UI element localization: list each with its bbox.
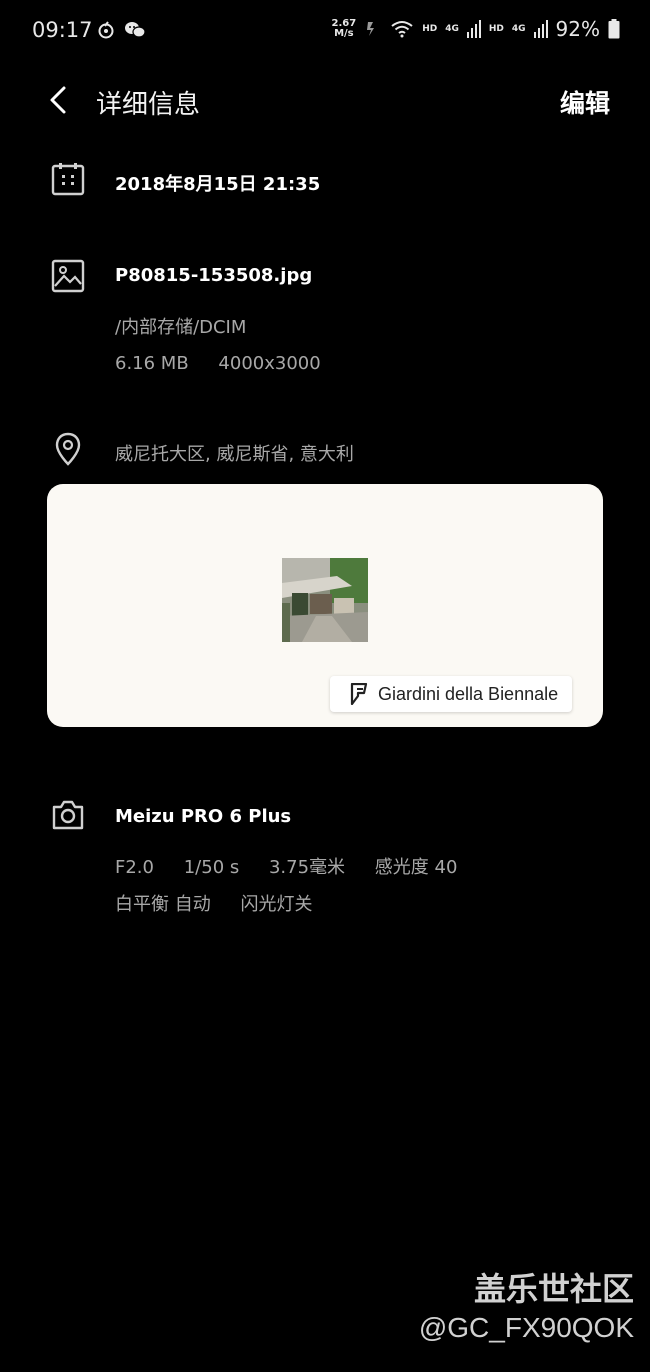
file-name: P80815-153508.jpg <box>115 265 313 286</box>
details-screen: 09:17 2.67 M/s HD 4G HD 4G 92% 详细信息 编辑 2… <box>0 0 650 1372</box>
location-pin-icon <box>55 432 81 466</box>
page-title: 详细信息 <box>96 90 201 120</box>
flash: 闪光灯关 <box>240 894 313 915</box>
back-arrow-icon <box>50 86 66 114</box>
network-type-1: 4G <box>445 24 459 34</box>
network-type-2: 4G <box>511 24 526 34</box>
battery-icon <box>608 19 620 39</box>
place-chip[interactable]: Giardini della Biennale <box>330 676 573 712</box>
hd-indicator-1: HD <box>422 24 438 34</box>
iso: 感光度 40 <box>374 857 458 878</box>
back-button[interactable] <box>42 82 78 118</box>
file-meta: 6.16 MB 4000x3000 <box>115 353 345 374</box>
hd-indicator-2: HD <box>488 24 504 34</box>
signal-icon-1 <box>466 20 481 38</box>
white-balance: 白平衡 自动 <box>115 894 211 915</box>
file-path: /内部存储/DCIM <box>115 317 247 338</box>
shutter-speed: 1/50 s <box>183 857 240 878</box>
camera-settings: 白平衡 自动 闪光灯关 <box>115 890 336 916</box>
signal-icon-2 <box>533 20 548 38</box>
watermark-user: @GC_FX90QOK <box>418 1312 634 1343</box>
camera-icon <box>52 800 84 830</box>
focal-length: 3.75毫米 <box>268 857 346 878</box>
status-time: 09:17 <box>32 18 93 42</box>
status-bar: 09:17 2.67 M/s HD 4G HD 4G 92% <box>0 0 650 62</box>
date-time: 2018年8月15日 21:35 <box>115 174 321 195</box>
location-address: 威尼托大区, 威尼斯省, 意大利 <box>115 444 354 465</box>
netease-music-icon <box>98 21 114 39</box>
photo-thumbnail <box>282 558 368 642</box>
edit-button[interactable]: 编辑 <box>560 84 610 120</box>
wifi-icon <box>391 21 413 38</box>
battery-percent: 92% <box>555 17 600 41</box>
aperture: F2.0 <box>115 857 154 878</box>
image-icon <box>51 259 85 293</box>
camera-model: Meizu PRO 6 Plus <box>115 806 292 827</box>
exposure-info: F2.0 1/50 s 3.75毫米 感光度 40 <box>115 853 481 879</box>
file-size: 6.16 MB <box>115 353 189 374</box>
map-card[interactable]: Giardini della Biennale <box>47 484 603 727</box>
app-bar: 详细信息 编辑 <box>0 74 650 128</box>
wechat-icon <box>125 22 146 38</box>
data-saver-icon <box>367 22 375 36</box>
foursquare-icon <box>350 683 368 705</box>
calendar-icon <box>51 163 85 196</box>
place-name: Giardini della Biennale <box>378 683 559 704</box>
watermark-community: 盖乐世社区 <box>473 1270 634 1308</box>
file-resolution: 4000x3000 <box>218 353 321 374</box>
status-notification-icons <box>96 20 146 40</box>
network-speed: 2.67 M/s <box>331 18 357 39</box>
status-system-icons: 2.67 M/s HD 4G HD 4G 92% <box>332 17 620 41</box>
